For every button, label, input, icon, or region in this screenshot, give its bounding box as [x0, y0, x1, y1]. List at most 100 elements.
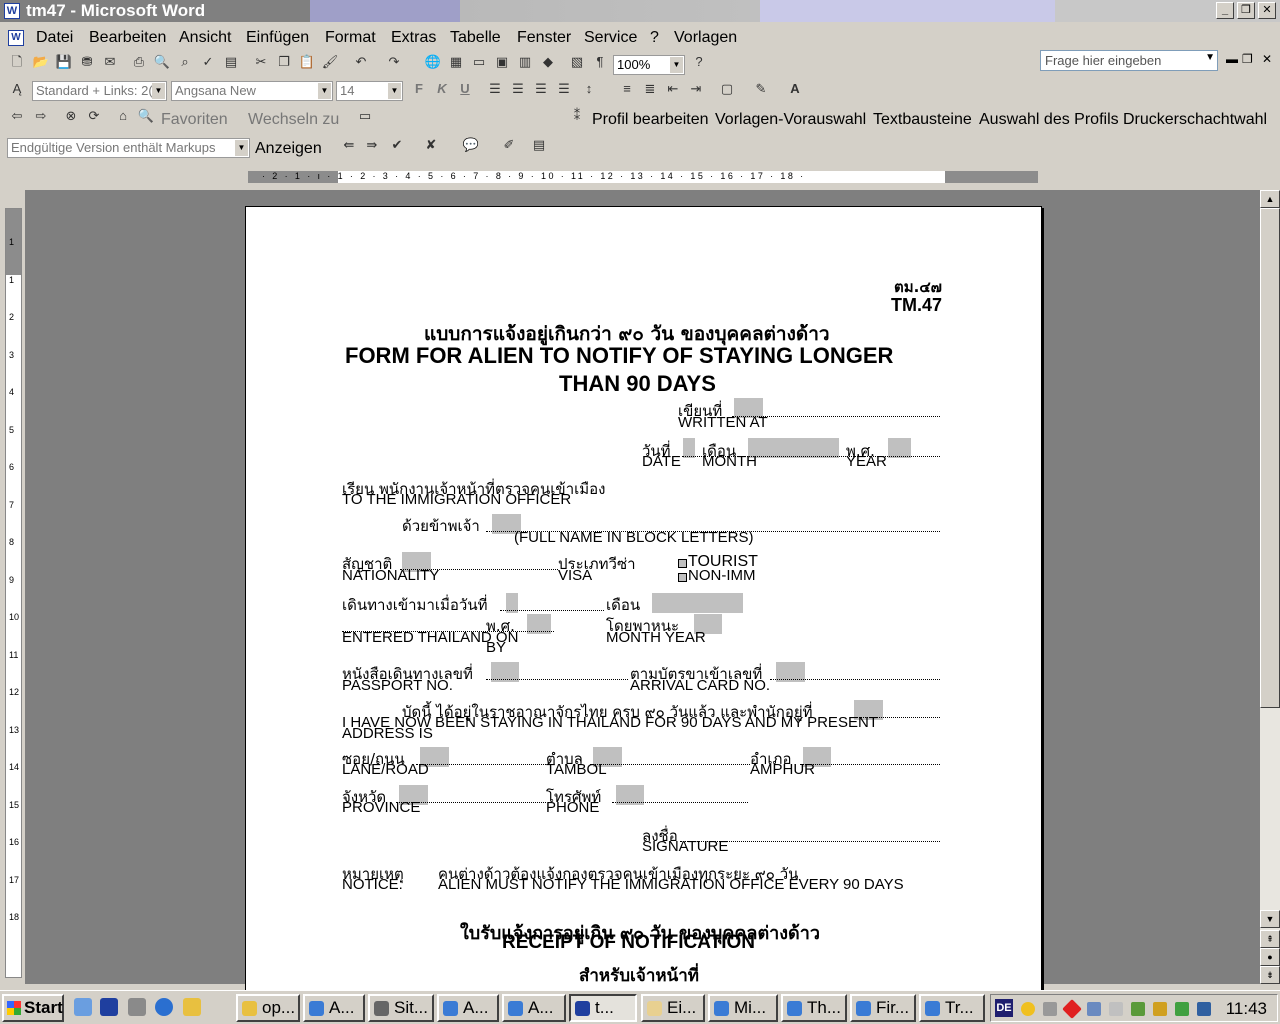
document-map-icon[interactable]: ▧ [568, 53, 586, 71]
task-fir[interactable]: Fir... [850, 994, 916, 1022]
document-page[interactable]: ตม.๔๗ TM.47 แบบการแจ้งอยู่เกินกว่า ๙๐ วั… [245, 206, 1042, 996]
clock-tray-icon[interactable] [1021, 1002, 1035, 1016]
spelling-icon[interactable]: ✓ [199, 53, 217, 71]
copy-icon[interactable]: ❐ [275, 53, 293, 71]
date-day-field[interactable] [683, 438, 695, 458]
security-tray-icon[interactable] [1131, 1002, 1145, 1016]
network-quicklaunch-icon[interactable] [128, 998, 146, 1016]
alert-tray-icon[interactable] [1062, 999, 1082, 1019]
next-change-icon[interactable]: ⇛ [363, 136, 381, 154]
print-icon[interactable]: ⎙ [130, 53, 148, 71]
format-painter-icon[interactable]: 🖌 [321, 53, 339, 71]
font-color-icon[interactable]: A [786, 80, 804, 98]
chevron-down-icon[interactable]: ▼ [318, 83, 331, 99]
menu-datei[interactable]: Datei [36, 29, 73, 47]
refresh-icon[interactable]: ⟳ [85, 107, 103, 125]
cut-icon[interactable]: ✂ [252, 53, 270, 71]
close-button[interactable]: ✕ [1258, 2, 1276, 19]
chevron-down-icon[interactable]: ▼ [670, 57, 683, 73]
chevron-down-icon[interactable]: ▼ [235, 140, 248, 156]
task-th[interactable]: Th... [781, 994, 847, 1022]
chevron-down-icon[interactable]: ▼ [152, 83, 165, 99]
research-icon[interactable]: ⌕ [176, 53, 194, 71]
next-page-button[interactable]: ⇟ [1260, 966, 1280, 984]
insert-comment-icon[interactable]: 💬 [462, 136, 480, 154]
task-mi[interactable]: Mi... [708, 994, 778, 1022]
reject-change-icon[interactable]: ✘ [422, 136, 440, 154]
border-icon[interactable]: ▢ [718, 80, 736, 98]
show-desktop-icon[interactable] [74, 998, 92, 1016]
menu-einfuegen[interactable]: Einfügen [246, 29, 309, 47]
vertical-scrollbar[interactable]: ▲ ▼ ⇞ ● ⇟ [1260, 190, 1280, 984]
font-select[interactable]: Angsana New ▼ [171, 81, 333, 101]
favorites-menu[interactable]: Favoriten [161, 111, 228, 129]
highlight-icon[interactable]: ✎ [752, 80, 770, 98]
back-icon[interactable]: ⇦ [8, 107, 26, 125]
align-center-icon[interactable]: ☰ [509, 80, 527, 98]
help-icon[interactable]: ? [690, 53, 708, 71]
menu-ansicht[interactable]: Ansicht [179, 29, 231, 47]
task-a2[interactable]: A... [437, 994, 499, 1022]
accept-change-icon[interactable]: ✔ [388, 136, 406, 154]
vertical-ruler[interactable]: 1 1 2 3 4 5 6 7 8 9 10 11 12 13 14 15 16 17 18 [5, 208, 22, 978]
volume-tray-icon[interactable] [1197, 1002, 1211, 1016]
numbering-icon[interactable]: ≡ [618, 80, 636, 98]
insert-table-icon[interactable]: ▭ [470, 53, 488, 71]
textbausteine-link[interactable]: Textbausteine [873, 111, 972, 129]
show-menu[interactable]: Anzeigen [255, 140, 322, 158]
ie-quicklaunch-icon[interactable] [155, 998, 173, 1016]
bold-button[interactable]: F [410, 80, 428, 98]
date-month-field[interactable] [748, 438, 839, 458]
paste-icon[interactable]: 📋 [298, 53, 316, 71]
start-button[interactable]: Start [2, 994, 64, 1022]
task-tm47[interactable]: t... [569, 994, 637, 1022]
email-icon[interactable]: ✉ [101, 53, 119, 71]
minimize-button[interactable]: _ [1216, 2, 1234, 19]
task-ei[interactable]: Ei... [641, 994, 705, 1022]
decrease-indent-icon[interactable]: ⇤ [664, 80, 682, 98]
task-tr[interactable]: Tr... [919, 994, 985, 1022]
tables-borders-icon[interactable]: ▦ [447, 53, 465, 71]
reviewing-pane-icon[interactable]: ▤ [530, 136, 548, 154]
track-changes-icon[interactable]: ✐ [500, 136, 518, 154]
bullets-icon[interactable]: ≣ [641, 80, 659, 98]
markup-select[interactable]: Endgültige Version enthält Markups ▼ [7, 138, 250, 158]
vorlagen-vorauswahl-link[interactable]: Vorlagen-Vorauswahl [715, 111, 866, 129]
show-web-toolbar-icon[interactable]: ▭ [356, 107, 374, 125]
menu-help[interactable]: ? [650, 29, 659, 47]
task-op[interactable]: op... [236, 994, 300, 1022]
scroll-up-button[interactable]: ▲ [1260, 190, 1280, 208]
printer-tray-icon[interactable] [1175, 1002, 1189, 1016]
new-icon[interactable]: 🗋 [8, 53, 26, 71]
task-sit[interactable]: Sit... [368, 994, 434, 1022]
save-icon[interactable]: 💾 [55, 53, 73, 71]
print-preview-icon[interactable]: 🔍 [153, 53, 171, 71]
word-icon[interactable]: W [4, 3, 20, 19]
menu-service[interactable]: Service [584, 29, 637, 47]
align-left-icon[interactable]: ☰ [486, 80, 504, 98]
hyperlink-icon[interactable]: 🌐 [424, 53, 442, 71]
word-quicklaunch-icon[interactable] [100, 998, 118, 1016]
justify-icon[interactable]: ☰ [555, 80, 573, 98]
undo-icon[interactable]: ↶ [352, 53, 370, 71]
task-a1[interactable]: A... [303, 994, 365, 1022]
style-select[interactable]: Standard + Links: 2(▼ [32, 81, 167, 101]
previous-page-button[interactable]: ⇞ [1260, 930, 1280, 948]
permission-icon[interactable]: ⛃ [78, 53, 96, 71]
columns-icon[interactable]: ▥ [516, 53, 534, 71]
folder-quicklaunch-icon[interactable] [183, 998, 201, 1016]
line-spacing-icon[interactable]: ↕ [580, 80, 598, 98]
profil-bearbeiten-link[interactable]: Profil bearbeiten [592, 111, 709, 129]
horizontal-ruler[interactable]: · 2 · 1 · ı · 1 · 2 · 3 · 4 · 5 · 6 · 7 … [0, 166, 1280, 190]
menu-extras[interactable]: Extras [391, 29, 436, 47]
forward-icon[interactable]: ⇨ [32, 107, 50, 125]
styles-icon[interactable]: Ą [8, 80, 26, 98]
search-web-icon[interactable]: 🔍 [137, 107, 155, 125]
menu-format[interactable]: Format [325, 29, 376, 47]
date-year-field[interactable] [888, 438, 911, 458]
tools-tray-icon[interactable] [1153, 1002, 1167, 1016]
scroll-thumb[interactable] [1260, 208, 1280, 708]
research2-icon[interactable]: ▤ [222, 53, 240, 71]
auswahl-profil-link[interactable]: Auswahl des Profils [979, 111, 1119, 129]
redo-icon[interactable]: ↷ [385, 53, 403, 71]
